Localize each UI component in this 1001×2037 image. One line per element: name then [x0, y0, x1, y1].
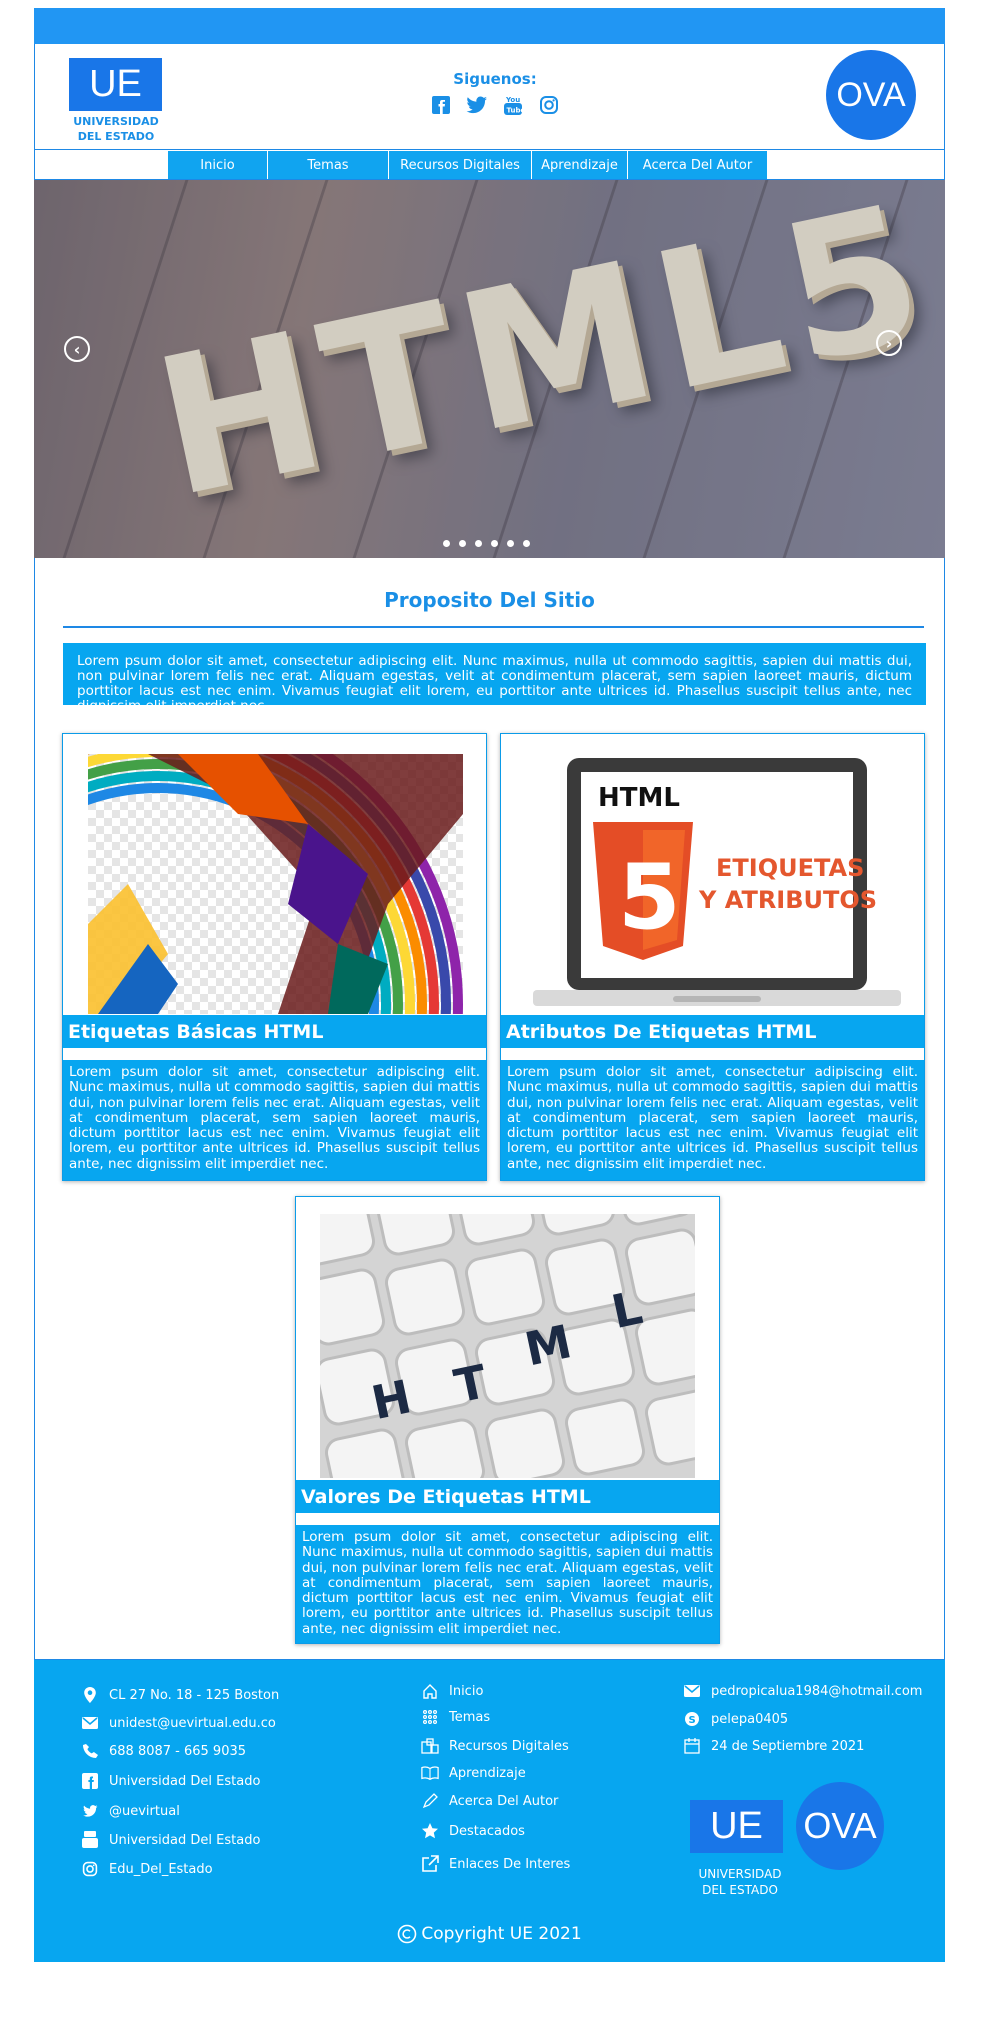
youtube-icon[interactable]: You Tube — [502, 94, 524, 116]
nav-item-inicio[interactable]: Inicio — [168, 151, 268, 179]
svg-text:S: S — [689, 1715, 696, 1726]
keyboard-html-image: H T M L — [320, 1214, 695, 1478]
svg-text:You: You — [505, 96, 520, 104]
nav-item-aprendizaje[interactable]: Aprendizaje — [532, 151, 628, 179]
footer-contact-twitter[interactable]: @uevirtual — [81, 1802, 180, 1820]
footer-link-inicio[interactable]: Inicio — [421, 1682, 483, 1700]
twitter-icon[interactable] — [466, 94, 488, 116]
purpose-text: Lorem psum dolor sit amet, consectetur a… — [63, 643, 926, 714]
footer-contact-phone: 688 8087 - 665 9035 — [81, 1742, 246, 1760]
footer-author-skype[interactable]: S pelepa0405 — [683, 1710, 788, 1728]
home-icon — [421, 1682, 439, 1700]
laptop-html5-image: HTML 5 ETIQUETAS Y ATRIBUTOS — [533, 756, 901, 1014]
section-divider — [63, 626, 924, 628]
footer-logo-caption-line1: UNIVERSIDAD — [698, 1867, 782, 1881]
card-title[interactable]: Atributos De Etiquetas HTML — [501, 1015, 924, 1048]
footer-author-date: 24 de Septiembre 2021 — [683, 1737, 864, 1755]
chevron-left-icon[interactable]: ‹ — [64, 336, 90, 362]
skype-icon: S — [683, 1710, 701, 1728]
card-title[interactable]: Valores De Etiquetas HTML — [296, 1480, 719, 1513]
card-text: Lorem psum dolor sit amet, consectetur a… — [501, 1060, 924, 1180]
footer-link-acerca-del-autor[interactable]: Acerca Del Autor — [421, 1792, 558, 1810]
phone-icon — [81, 1742, 99, 1760]
card-separator — [501, 1048, 924, 1060]
footer-contact-youtube[interactable]: Universidad Del Estado — [81, 1831, 260, 1849]
follow-label: Siguenos: — [453, 70, 537, 88]
copyright-icon — [397, 1924, 417, 1944]
books-icon — [421, 1737, 439, 1755]
mail-icon — [683, 1682, 701, 1700]
mail-icon — [81, 1714, 99, 1732]
chevron-right-icon[interactable]: › — [876, 330, 902, 356]
footer-link-aprendizaje[interactable]: Aprendizaje — [421, 1764, 526, 1782]
ue-logo-caption: UNIVERSIDAD DEL ESTADO — [60, 114, 172, 144]
card-text: Lorem psum dolor sit amet, consectetur a… — [296, 1525, 719, 1643]
html5-badge-number: 5 — [618, 845, 681, 950]
footer-contact-email[interactable]: unidest@uevirtual.edu.co — [81, 1714, 276, 1732]
footer-ue-logo-caption: UNIVERSIDAD DEL ESTADO — [690, 1866, 790, 1898]
carousel-overlay — [34, 180, 945, 558]
footer-author-email[interactable]: pedropicalua1984@hotmail.com — [683, 1682, 922, 1700]
twitter-icon — [81, 1802, 99, 1820]
instagram-icon[interactable] — [538, 94, 560, 116]
card-title[interactable]: Etiquetas Básicas HTML — [63, 1015, 486, 1048]
carousel-dot[interactable] — [491, 540, 498, 547]
footer-contact-facebook[interactable]: Universidad Del Estado — [81, 1772, 260, 1790]
nav-item-acerca-del-autor[interactable]: Acerca Del Autor — [628, 151, 768, 179]
nav-item-temas[interactable]: Temas — [268, 151, 389, 179]
footer-contact-address: CL 27 No. 18 - 125 Boston — [81, 1686, 279, 1704]
copyright-text: Copyright UE 2021 — [421, 1924, 582, 1944]
footer-ova-logo[interactable]: OVA — [796, 1782, 884, 1870]
logo-caption-line2: DEL ESTADO — [77, 130, 155, 143]
footer-logo-caption-line2: DEL ESTADO — [702, 1883, 778, 1897]
card-separator — [63, 1048, 486, 1060]
calendar-icon — [683, 1737, 701, 1755]
facebook-icon — [81, 1772, 99, 1790]
ova-logo[interactable]: OVA — [826, 50, 916, 140]
laptop-etiquetas-label: ETIQUETAS — [716, 854, 864, 882]
ue-logo[interactable]: UE — [69, 58, 162, 111]
external-link-icon — [421, 1855, 439, 1873]
nav-item-recursos-digitales[interactable]: Recursos Digitales — [389, 151, 532, 179]
grid-icon — [421, 1708, 439, 1726]
laptop-atributos-label: Y ATRIBUTOS — [698, 886, 877, 914]
footer-contact-instagram[interactable]: Edu_Del_Estado — [81, 1860, 213, 1878]
carousel-dot[interactable] — [475, 540, 482, 547]
footer-link-temas[interactable]: Temas — [421, 1708, 490, 1726]
carousel-dot[interactable] — [443, 540, 450, 547]
copyright: Copyright UE 2021 — [34, 1924, 945, 1944]
section-title: Proposito Del Sitio — [384, 588, 595, 612]
carousel-dot[interactable] — [459, 540, 466, 547]
footer-link-destacados[interactable]: Destacados — [421, 1822, 525, 1840]
svg-text:Tube: Tube — [507, 107, 524, 115]
top-bar — [34, 8, 945, 44]
hero-carousel[interactable]: HTML5 — [34, 180, 945, 558]
footer-link-recursos-digitales[interactable]: Recursos Digitales — [421, 1737, 569, 1755]
location-icon — [81, 1686, 99, 1704]
card-separator — [296, 1513, 719, 1525]
logo-caption-line1: UNIVERSIDAD — [73, 115, 159, 128]
star-icon — [421, 1822, 439, 1840]
rainbow-image — [88, 754, 463, 1014]
instagram-icon — [81, 1860, 99, 1878]
footer-ue-logo[interactable]: UE — [690, 1800, 783, 1853]
footer-link-enlaces-de-interes[interactable]: Enlaces De Interes — [421, 1855, 570, 1873]
card-text: Lorem psum dolor sit amet, consectetur a… — [63, 1060, 486, 1180]
laptop-html-label: HTML — [598, 783, 680, 813]
open-book-icon — [421, 1764, 439, 1782]
carousel-dot[interactable] — [507, 540, 514, 547]
youtube-icon — [81, 1831, 99, 1849]
pen-icon — [421, 1792, 439, 1810]
facebook-icon[interactable] — [430, 94, 452, 116]
carousel-dot[interactable] — [523, 540, 530, 547]
